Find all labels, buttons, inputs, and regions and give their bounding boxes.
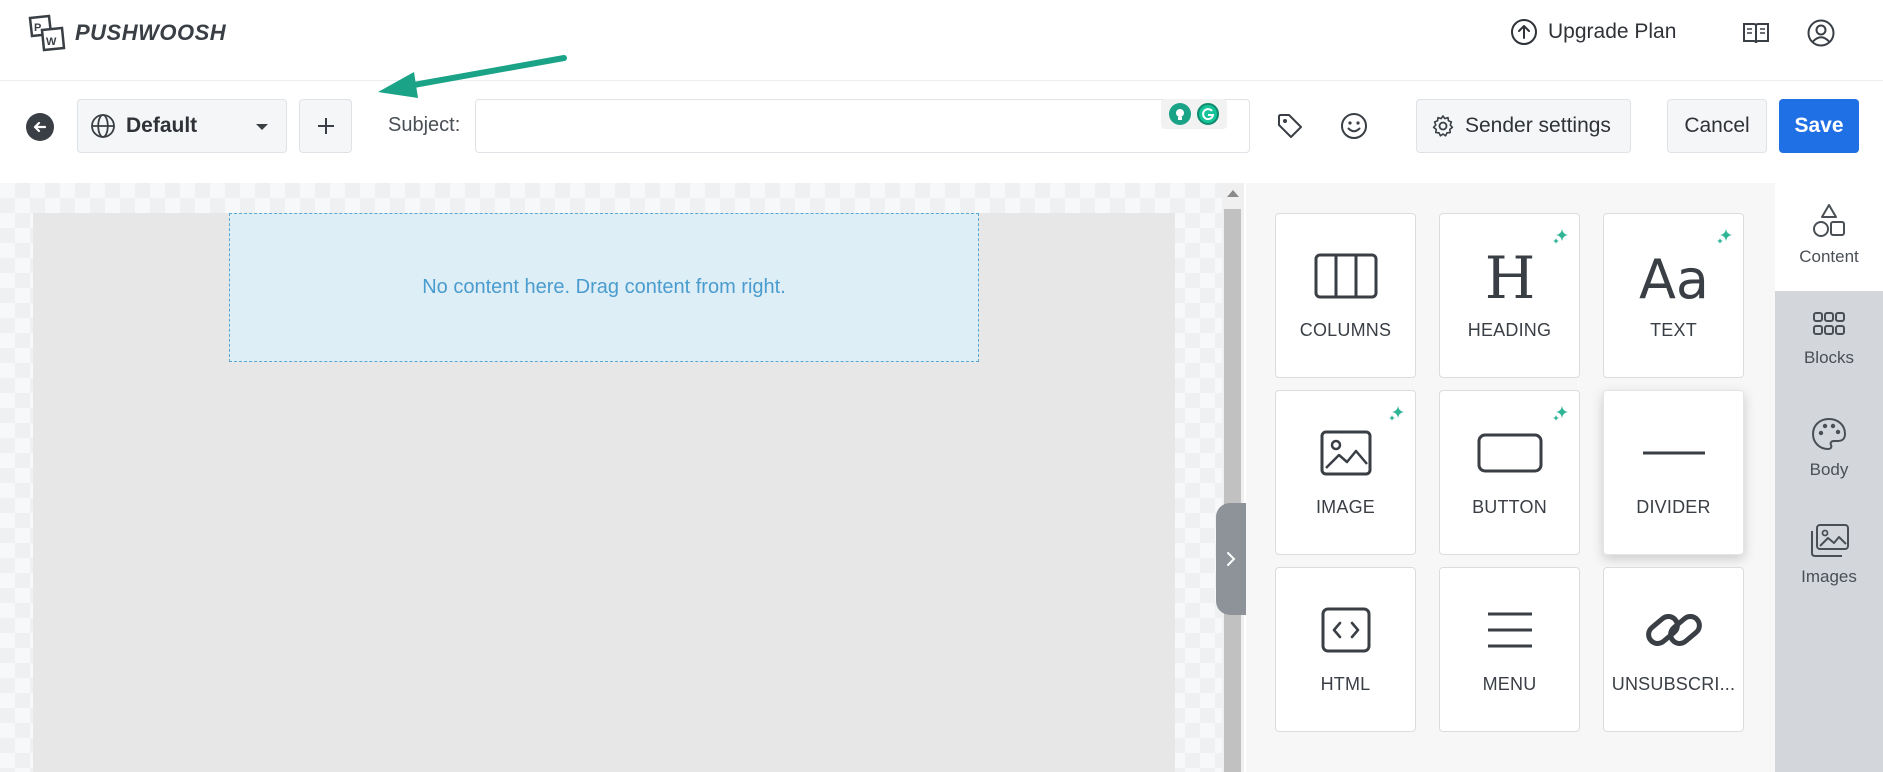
add-language-button[interactable] bbox=[299, 99, 352, 153]
ai-sparkle-icon bbox=[1389, 406, 1404, 421]
menu-icon bbox=[1487, 612, 1532, 648]
text-icon: Aa bbox=[1639, 248, 1709, 304]
svg-text:Aa: Aa bbox=[1639, 248, 1709, 304]
logo[interactable]: P W PUSHWOOSH bbox=[27, 14, 226, 52]
back-button[interactable] bbox=[26, 113, 54, 141]
sender-settings-button[interactable]: Sender settings bbox=[1416, 99, 1631, 153]
cancel-button[interactable]: Cancel bbox=[1667, 99, 1767, 153]
empty-dropzone[interactable]: No content here. Drag content from right… bbox=[229, 213, 979, 362]
svg-text:P: P bbox=[34, 22, 41, 34]
brand-name: PUSHWOOSH bbox=[75, 20, 227, 45]
content-tile-text[interactable]: Aa TEXT bbox=[1603, 213, 1744, 378]
grammarly-widget[interactable] bbox=[1161, 99, 1227, 129]
images-icon bbox=[1811, 524, 1849, 557]
plus-icon bbox=[317, 118, 334, 134]
globe-icon bbox=[91, 114, 115, 138]
chevron-right-icon bbox=[1227, 552, 1236, 566]
content-tile-image[interactable]: IMAGE bbox=[1275, 390, 1416, 555]
tile-label: UNSUBSCRI... bbox=[1611, 674, 1736, 694]
arrow-up-circle-icon bbox=[1511, 19, 1537, 45]
content-tile-unsubscribe[interactable]: UNSUBSCRI... bbox=[1603, 567, 1744, 732]
chevron-down-icon bbox=[256, 124, 268, 130]
content-tile-heading[interactable]: H HEADING bbox=[1439, 213, 1580, 378]
upgrade-plan-button[interactable]: Upgrade Plan bbox=[1510, 18, 1676, 46]
tile-label: BUTTON bbox=[1472, 497, 1547, 517]
scroll-up-icon[interactable] bbox=[1227, 190, 1239, 197]
svg-text:W: W bbox=[46, 36, 57, 48]
subject-input[interactable] bbox=[475, 99, 1250, 153]
language-value: Default bbox=[126, 114, 198, 137]
gear-icon bbox=[1432, 115, 1454, 137]
collapse-panel-button[interactable] bbox=[1216, 503, 1246, 615]
emoji-icon[interactable] bbox=[1339, 111, 1369, 141]
side-nav-item-blocks[interactable]: Blocks bbox=[1775, 310, 1883, 368]
subject-label: Subject: bbox=[388, 114, 461, 136]
side-nav-label: Blocks bbox=[1803, 348, 1855, 367]
columns-icon bbox=[1314, 253, 1377, 299]
tag-icon[interactable] bbox=[1275, 111, 1305, 141]
svg-text:H: H bbox=[1485, 248, 1535, 304]
sender-settings-label: Sender settings bbox=[1465, 114, 1611, 137]
annotation-arrow bbox=[378, 55, 567, 98]
save-button[interactable]: Save bbox=[1779, 99, 1859, 153]
lightbulb-icon[interactable] bbox=[1169, 103, 1191, 125]
content-tile-columns[interactable]: COLUMNS bbox=[1275, 213, 1416, 378]
side-nav-item-body[interactable]: Body bbox=[1775, 416, 1883, 480]
content-tile-divider[interactable]: DIVIDER bbox=[1603, 390, 1744, 555]
side-nav-label: Content bbox=[1799, 247, 1859, 266]
shapes-icon bbox=[1813, 204, 1845, 237]
side-nav-label: Body bbox=[1809, 460, 1849, 479]
tile-label: TEXT bbox=[1650, 320, 1697, 340]
grid-icon bbox=[1813, 312, 1845, 335]
side-nav-item-images[interactable]: Images bbox=[1775, 523, 1883, 587]
scrollbar-thumb[interactable] bbox=[1224, 209, 1241, 772]
tile-label: MENU bbox=[1482, 674, 1537, 694]
ai-sparkle-icon bbox=[1717, 229, 1732, 244]
content-tile-button[interactable]: BUTTON bbox=[1439, 390, 1580, 555]
language-select[interactable]: Default bbox=[77, 99, 287, 153]
content-tile-menu[interactable]: MENU bbox=[1439, 567, 1580, 732]
tile-label: DIVIDER bbox=[1636, 497, 1711, 517]
book-icon[interactable] bbox=[1741, 18, 1771, 48]
content-tile-html[interactable]: HTML bbox=[1275, 567, 1416, 732]
user-account-icon[interactable] bbox=[1806, 18, 1836, 48]
link-icon bbox=[1645, 614, 1702, 646]
side-nav-item-content[interactable]: Content bbox=[1775, 183, 1883, 291]
button-icon bbox=[1477, 433, 1542, 473]
divider-icon bbox=[1642, 451, 1705, 455]
tile-label: HEADING bbox=[1467, 320, 1552, 340]
ai-sparkle-icon bbox=[1553, 406, 1568, 421]
upgrade-plan-label: Upgrade Plan bbox=[1548, 20, 1677, 43]
html-icon bbox=[1321, 607, 1370, 653]
tile-label: IMAGE bbox=[1315, 497, 1375, 517]
palette-icon bbox=[1811, 417, 1847, 451]
grammarly-icon[interactable] bbox=[1197, 103, 1219, 125]
ai-sparkle-icon bbox=[1553, 229, 1568, 244]
arrow-left-icon bbox=[33, 121, 47, 133]
tile-label: COLUMNS bbox=[1299, 320, 1392, 340]
side-nav-label: Images bbox=[1801, 567, 1857, 586]
pushwoosh-logo-icon: P W bbox=[28, 14, 66, 52]
tile-label: HTML bbox=[1320, 674, 1371, 694]
top-bar: P W PUSHWOOSH Upgrade Plan bbox=[0, 0, 1883, 81]
image-icon bbox=[1320, 430, 1371, 476]
empty-dropzone-message: No content here. Drag content from right… bbox=[422, 276, 786, 298]
heading-icon: H bbox=[1485, 248, 1535, 304]
